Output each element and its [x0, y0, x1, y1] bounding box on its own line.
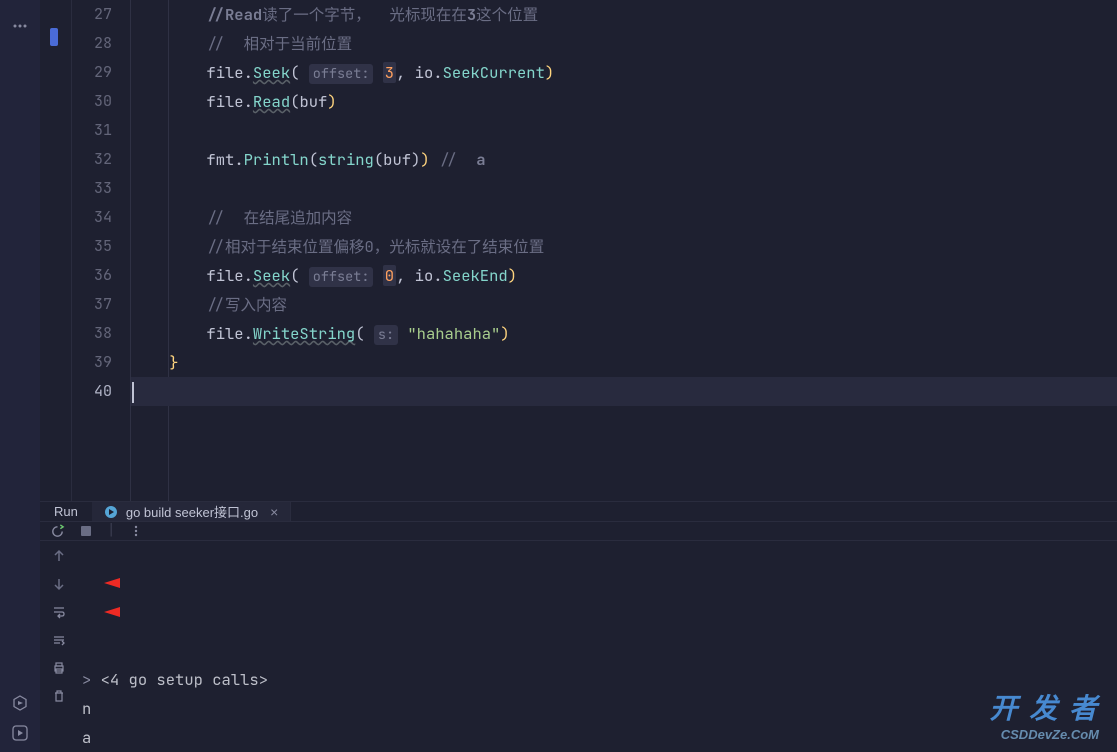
line-number: 38 — [72, 319, 112, 348]
line-number-gutter: 2728293031323334353637383940 — [72, 0, 130, 501]
code-line[interactable]: file.Seek( offset: 0, io.SeekEnd) — [132, 261, 1117, 290]
code-line[interactable]: file.Seek( offset: 3, io.SeekCurrent) — [132, 58, 1117, 87]
code-line[interactable]: // 在结尾追加内容 — [132, 203, 1117, 232]
code-editor[interactable]: 2728293031323334353637383940 //Read读了一个字… — [40, 0, 1117, 501]
marker-bar — [40, 0, 72, 501]
code-line[interactable]: //相对于结束位置偏移0，光标就设在了结束位置 — [132, 232, 1117, 261]
line-number: 30 — [72, 87, 112, 116]
run-tab-title: go build seeker接口.go — [126, 502, 258, 521]
run-side-toolbar — [40, 541, 78, 752]
code-line[interactable]: } — [132, 348, 1117, 377]
trash-icon[interactable] — [52, 689, 66, 703]
run-toolbar: | — [40, 522, 1117, 541]
code-line[interactable]: file.Read(buf) — [132, 87, 1117, 116]
bookmark-marker[interactable] — [50, 28, 58, 46]
line-number: 36 — [72, 261, 112, 290]
line-number: 37 — [72, 290, 112, 319]
more-vertical-icon[interactable] — [129, 524, 143, 538]
run-output[interactable]: > <4 go setup calls>naProcess finished w… — [78, 541, 1117, 752]
scroll-down-icon[interactable] — [52, 577, 66, 591]
code-line[interactable]: //写入内容 — [132, 290, 1117, 319]
output-line: > <4 go setup calls> — [82, 665, 1113, 694]
rerun-icon[interactable] — [50, 524, 65, 539]
run-play-icon[interactable] — [11, 724, 29, 742]
run-config-tab[interactable]: go build seeker接口.go × — [92, 502, 291, 521]
code-line[interactable] — [132, 377, 1117, 406]
scroll-to-end-icon[interactable] — [52, 633, 66, 647]
code-line[interactable]: fmt.Println(string(buf)) // a — [132, 145, 1117, 174]
line-number: 28 — [72, 29, 112, 58]
line-number: 29 — [72, 58, 112, 87]
output-line: a — [82, 723, 1113, 752]
stop-icon[interactable] — [79, 524, 93, 538]
text-cursor — [132, 382, 134, 403]
print-icon[interactable] — [52, 661, 66, 675]
go-run-icon — [104, 505, 118, 519]
left-sidebar — [0, 0, 40, 752]
scroll-up-icon[interactable] — [52, 549, 66, 563]
line-number: 34 — [72, 203, 112, 232]
code-line[interactable]: //Read读了一个字节， 光标现在在3这个位置 — [132, 0, 1117, 29]
code-line[interactable]: // 相对于当前位置 — [132, 29, 1117, 58]
code-content[interactable]: //Read读了一个字节， 光标现在在3这个位置 // 相对于当前位置 file… — [130, 0, 1117, 501]
more-horizontal-icon[interactable] — [12, 18, 28, 34]
line-number: 27 — [72, 0, 112, 29]
code-line[interactable] — [132, 174, 1117, 203]
soft-wrap-icon[interactable] — [52, 605, 66, 619]
run-panel: Run go build seeker接口.go × | — [40, 501, 1117, 752]
code-line[interactable] — [132, 116, 1117, 145]
line-number: 31 — [72, 116, 112, 145]
run-panel-label[interactable]: Run — [40, 504, 92, 519]
output-line: n — [82, 694, 1113, 723]
line-number: 35 — [72, 232, 112, 261]
line-number: 40 — [72, 377, 112, 406]
close-tab-icon[interactable]: × — [270, 504, 278, 520]
code-line[interactable]: file.WriteString( s: "hahahaha") — [132, 319, 1117, 348]
red-arrow-n — [104, 576, 264, 590]
line-number: 32 — [72, 145, 112, 174]
line-number: 39 — [72, 348, 112, 377]
red-arrow-a — [104, 605, 264, 619]
services-icon[interactable] — [11, 694, 29, 712]
line-number: 33 — [72, 174, 112, 203]
bottom-left-tools — [0, 662, 40, 752]
run-panel-tabs: Run go build seeker接口.go × — [40, 502, 1117, 522]
